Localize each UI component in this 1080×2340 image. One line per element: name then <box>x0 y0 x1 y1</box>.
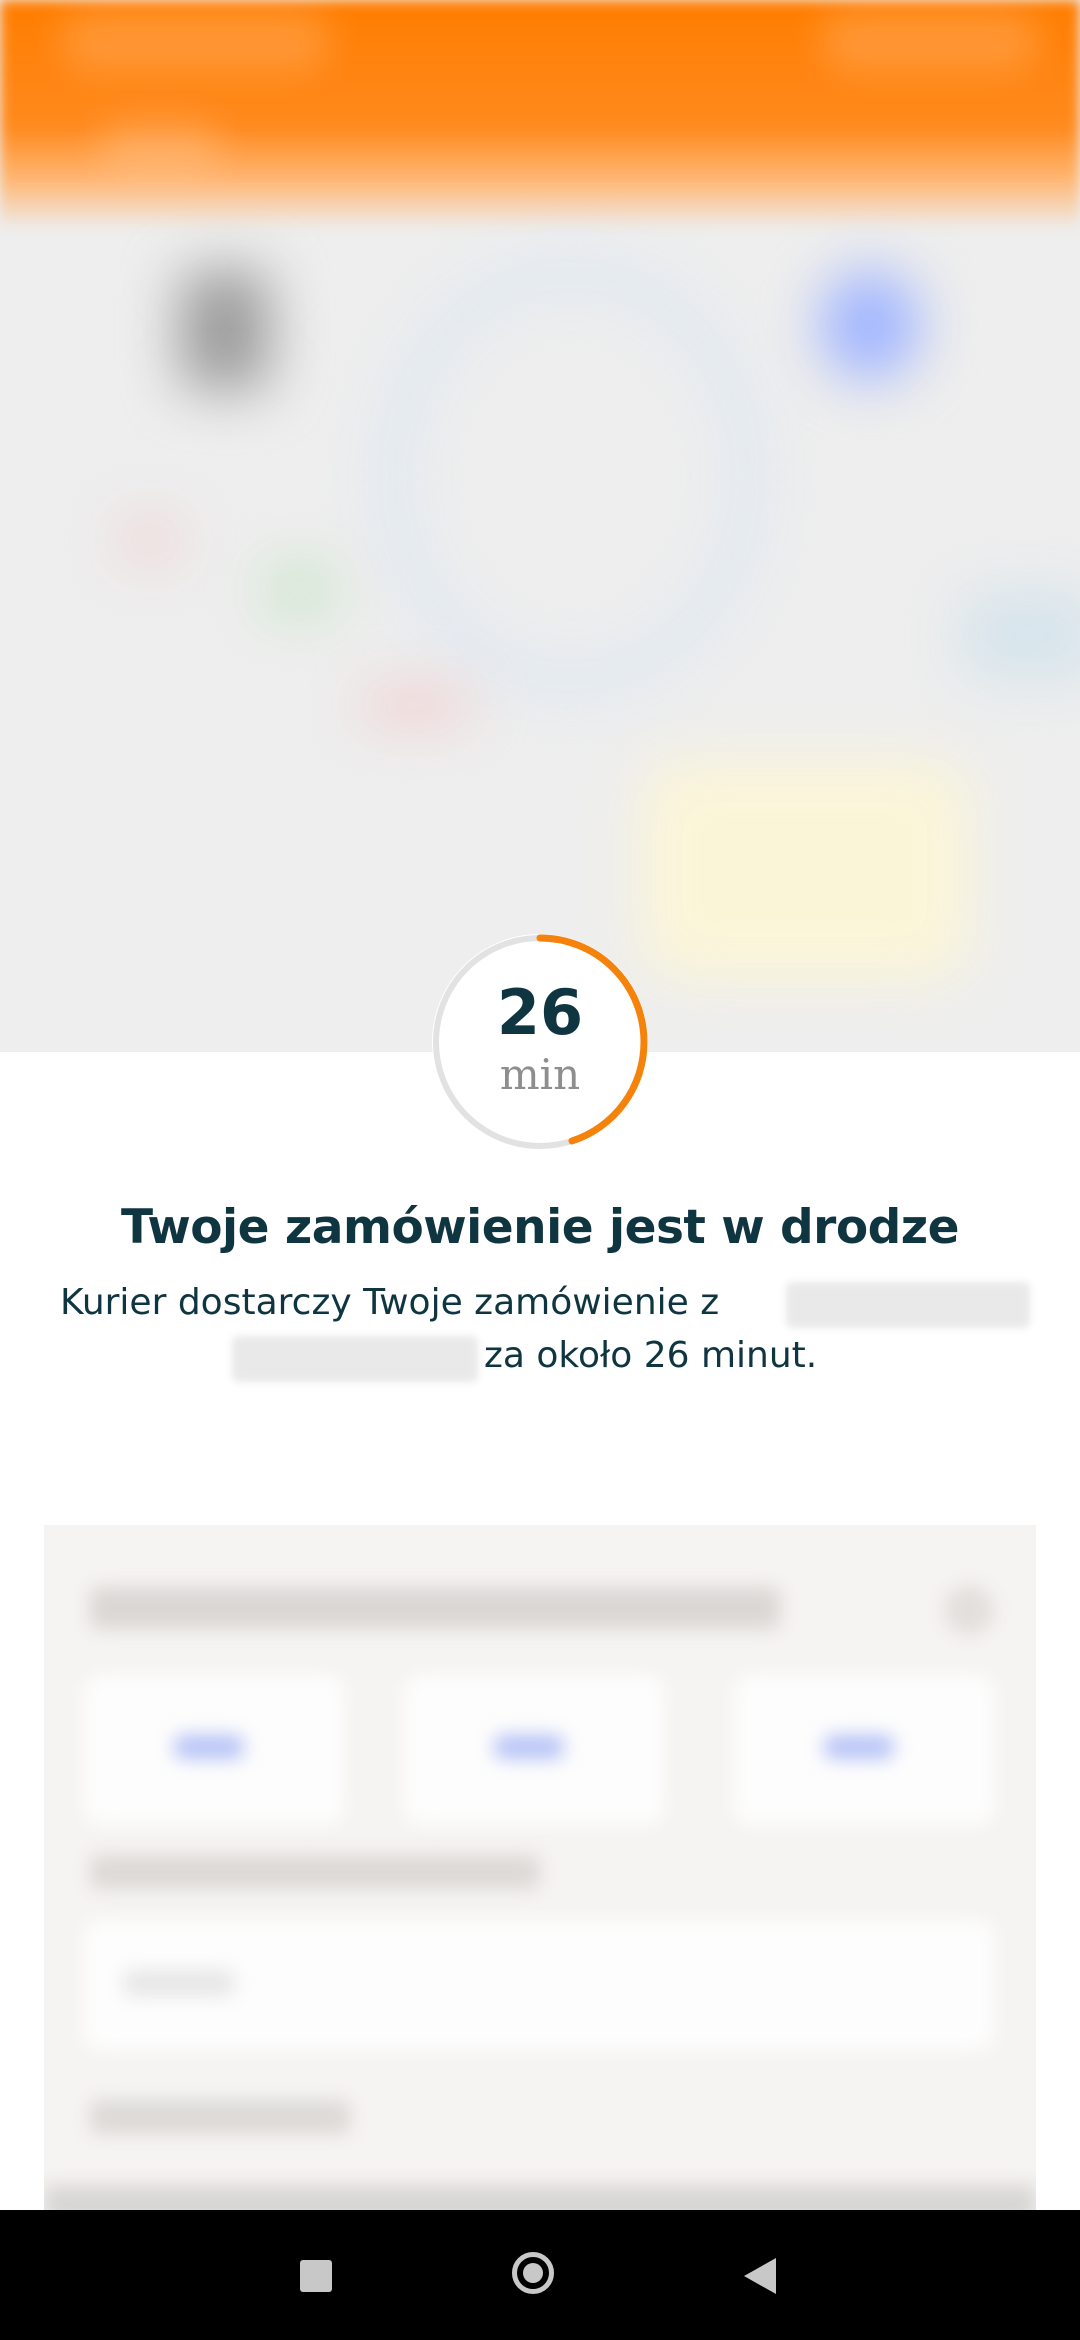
home-dot-icon <box>523 2263 543 2283</box>
header-title-blurred <box>60 10 330 70</box>
order-details-card <box>44 1525 1036 2215</box>
system-navigation-bar <box>0 2210 1080 2340</box>
header-action-blurred[interactable] <box>820 10 1040 70</box>
order-status-line2: za około 26 minut. <box>484 1335 818 1376</box>
back-triangle-icon[interactable] <box>744 2258 776 2294</box>
order-status-title: Twoje zamówienie jest w drodze <box>120 1200 960 1255</box>
order-status-line1: Kurier dostarczy Twoje zamówienie z <box>60 1282 720 1323</box>
back-button[interactable] <box>100 120 220 170</box>
home-circle-icon[interactable] <box>512 2252 554 2294</box>
eta-minutes: 26 <box>496 976 584 1049</box>
eta-timer: 26 min <box>430 932 650 1152</box>
recents-square-icon[interactable] <box>300 2260 332 2292</box>
restaurant-name-redacted-2 <box>232 1336 478 1382</box>
restaurant-name-redacted <box>786 1282 1030 1328</box>
eta-unit: min <box>499 1050 581 1099</box>
